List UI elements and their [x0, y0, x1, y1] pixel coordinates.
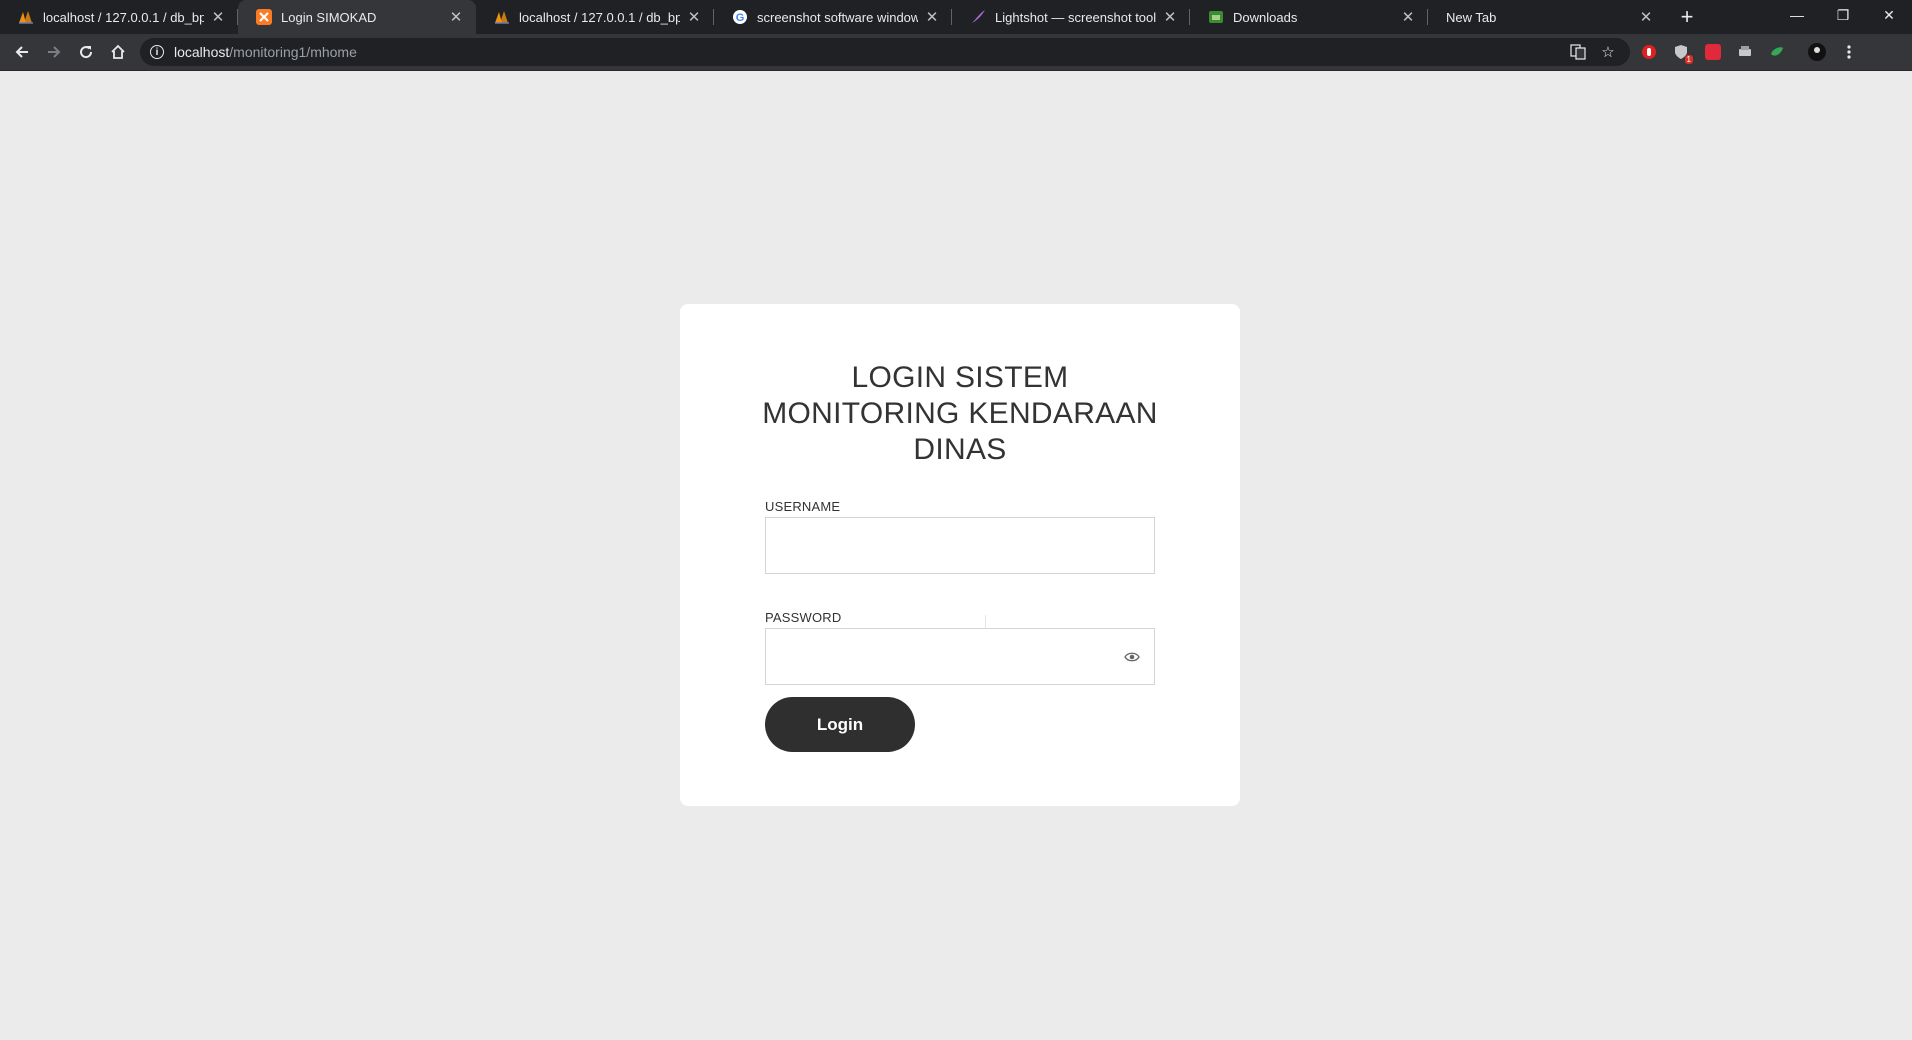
- tab-title: Login SIMOKAD: [281, 9, 377, 25]
- downloads-icon: [1208, 9, 1224, 25]
- tab-new-tab[interactable]: New Tab ✕: [1428, 0, 1666, 34]
- restore-icon[interactable]: ❐: [1820, 0, 1866, 30]
- tab-downloads[interactable]: Downloads ✕: [1190, 0, 1428, 34]
- bookmark-star-icon[interactable]: ☆: [1596, 40, 1620, 64]
- tab-phpmyadmin-1[interactable]: localhost / 127.0.0.1 / db_bpsdm ✕: [0, 0, 238, 34]
- tab-title: localhost / 127.0.0.1 / db_bpsdm: [519, 9, 680, 25]
- title-line: MONITORING KENDARAAN: [762, 397, 1158, 430]
- lightshot-icon: [970, 9, 986, 25]
- address-bar[interactable]: i localhost/monitoring1/mhome ☆: [140, 38, 1630, 66]
- back-icon[interactable]: [6, 36, 38, 68]
- tab-login-simokad[interactable]: Login SIMOKAD ✕: [238, 0, 476, 34]
- minimize-icon[interactable]: —: [1774, 0, 1820, 30]
- username-field[interactable]: [765, 517, 1155, 574]
- title-line: LOGIN SISTEM: [851, 361, 1069, 394]
- phpmyadmin-icon: [494, 9, 510, 25]
- tab-title: screenshot software windows - P: [757, 9, 918, 25]
- home-icon[interactable]: [102, 36, 134, 68]
- more-menu-icon[interactable]: [1836, 39, 1862, 65]
- tab-close-icon[interactable]: ✕: [1400, 8, 1416, 26]
- tab-title: Lightshot — screenshot tool for M: [995, 9, 1156, 25]
- password-label: PASSWORD: [765, 610, 842, 625]
- translate-icon[interactable]: [1566, 40, 1590, 64]
- reload-icon[interactable]: [70, 36, 102, 68]
- tab-close-icon[interactable]: ✕: [210, 8, 226, 26]
- tab-close-icon[interactable]: ✕: [1638, 8, 1654, 26]
- divider: [985, 615, 986, 629]
- tab-close-icon[interactable]: ✕: [686, 8, 702, 26]
- close-window-icon[interactable]: ✕: [1866, 0, 1912, 30]
- title-line: DINAS: [913, 433, 1007, 466]
- tab-title: Downloads: [1233, 9, 1298, 25]
- browser-toolbar: i localhost/monitoring1/mhome ☆ 1: [0, 34, 1912, 71]
- tab-title: New Tab: [1446, 9, 1497, 25]
- tab-close-icon[interactable]: ✕: [1162, 8, 1178, 26]
- login-card: LOGIN SISTEM MONITORING KENDARAAN DINAS …: [680, 304, 1240, 806]
- username-label: USERNAME: [765, 499, 841, 514]
- address-host: localhost: [174, 44, 230, 60]
- tab-google-search[interactable]: G screenshot software windows - P ✕: [714, 0, 952, 34]
- xampp-icon: [256, 9, 272, 25]
- extension-red-icon[interactable]: [1636, 39, 1662, 65]
- svg-text:G: G: [736, 12, 745, 24]
- password-field[interactable]: [765, 628, 1155, 685]
- tab-close-icon[interactable]: ✕: [448, 8, 464, 26]
- tab-title: localhost / 127.0.0.1 / db_bpsdm: [43, 9, 204, 25]
- window-controls: — ❐ ✕: [1774, 0, 1912, 34]
- forward-icon[interactable]: [38, 36, 70, 68]
- address-path: /monitoring1/mhome: [229, 44, 357, 60]
- extension-badge: 1: [1684, 55, 1693, 64]
- tab-strip: localhost / 127.0.0.1 / db_bpsdm ✕ Login…: [0, 0, 1912, 34]
- show-password-eye-icon[interactable]: [1124, 649, 1140, 665]
- phpmyadmin-icon: [18, 9, 34, 25]
- extension-grid-icon[interactable]: [1700, 39, 1726, 65]
- extension-green-icon[interactable]: [1764, 39, 1790, 65]
- tab-lightshot[interactable]: Lightshot — screenshot tool for M ✕: [952, 0, 1190, 34]
- tab-close-icon[interactable]: ✕: [924, 8, 940, 26]
- site-info-icon[interactable]: i: [150, 45, 164, 59]
- tab-phpmyadmin-2[interactable]: localhost / 127.0.0.1 / db_bpsdm ✕: [476, 0, 714, 34]
- page-title: LOGIN SISTEM MONITORING KENDARAAN DINAS: [680, 360, 1240, 468]
- new-tab-button[interactable]: +: [1670, 0, 1704, 34]
- extension-shield-icon[interactable]: 1: [1668, 39, 1694, 65]
- extension-printer-icon[interactable]: [1732, 39, 1758, 65]
- login-button[interactable]: Login: [765, 697, 915, 752]
- google-icon: G: [732, 9, 748, 25]
- profile-avatar-icon[interactable]: [1804, 39, 1830, 65]
